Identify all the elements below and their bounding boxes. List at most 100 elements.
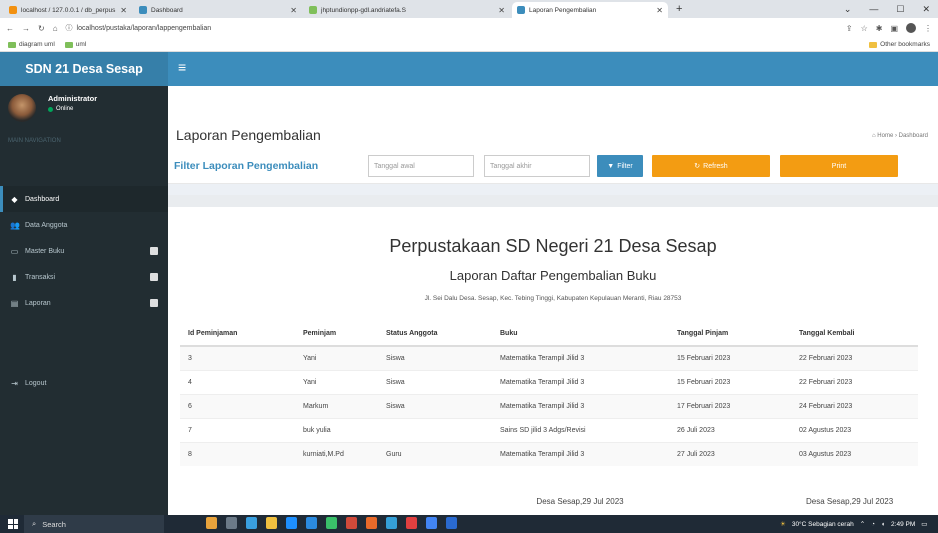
app-icon[interactable] [246, 517, 257, 529]
browser-tab-jhptundionpp[interactable]: jhptundionpp-gdl.andriatefa.S ✕ [304, 2, 510, 18]
home-icon: ⌂ [871, 133, 876, 139]
table-cell: 6 [180, 393, 295, 418]
home-icon[interactable]: ⌂ [53, 24, 58, 33]
notification-icon[interactable]: ▭ [921, 520, 927, 528]
profile-avatar[interactable] [906, 23, 916, 33]
site-icon [517, 6, 525, 14]
start-date-input[interactable]: Tanggal awal [368, 155, 474, 177]
star-icon[interactable]: ☆ [861, 24, 868, 33]
close-icon[interactable]: ✕ [498, 6, 505, 15]
table-cell: 22 Februari 2023 [791, 345, 918, 370]
windows-start-icon[interactable] [8, 519, 18, 529]
print-button[interactable]: Print [780, 155, 898, 177]
table-cell: 27 Juli 2023 [669, 441, 791, 466]
weather-text[interactable]: 30°C Sebagian cerah [792, 521, 854, 528]
table-cell: 3 [180, 345, 295, 370]
app-icon[interactable] [406, 517, 417, 529]
table-cell [378, 417, 492, 442]
sidebar-toggle-icon[interactable]: ≡ [178, 60, 186, 74]
url-text: localhost/pustaka/laporan/lappengembalia… [76, 24, 212, 32]
other-bookmarks[interactable]: Other bookmarks [869, 41, 930, 48]
sidebar-item-label: Laporan [25, 299, 51, 307]
url-field[interactable]: ⓘ localhost/pustaka/laporan/lappengembal… [66, 21, 838, 35]
clock[interactable]: 2:49 PM [891, 521, 915, 528]
browser-tab-laporan[interactable]: Laporan Pengembalian ✕ [512, 2, 668, 18]
table-row: 7 buk yulia Sains SD jilid 3 Adgs/Revisi… [180, 417, 918, 442]
app-icon[interactable] [446, 517, 457, 529]
system-tray: ☀ 30°C Sebagian cerah ⌃ ◔ ◖ 2:49 PM ▭ [780, 515, 927, 533]
app-icon[interactable] [306, 517, 317, 529]
table-cell: Siswa [378, 369, 492, 394]
maximize-icon[interactable]: ☐ [896, 4, 904, 15]
taskbar-search[interactable]: ⌕ Search [24, 515, 164, 533]
close-icon[interactable]: ✕ [290, 6, 297, 15]
app-icon[interactable] [386, 517, 397, 529]
forward-icon[interactable]: → [22, 24, 30, 33]
chevron-down-icon[interactable]: ⌄ [844, 4, 852, 15]
window-controls: ⌄ — ☐ ✕ [844, 0, 938, 18]
sidebar-item-label: Data Anggota [25, 221, 68, 229]
user-status: Online [48, 106, 73, 112]
sidebar-item-transaksi[interactable]: ▮ Transaksi [0, 264, 168, 290]
sidebar-icon[interactable]: ▣ [890, 24, 898, 33]
table-row: 6 Markum Siswa Matematika Terampil Jilid… [180, 393, 918, 418]
app-brand[interactable]: SDN 21 Desa Sesap [0, 52, 168, 86]
share-icon[interactable]: ⇪ [846, 24, 853, 33]
close-icon[interactable]: ✕ [656, 6, 663, 15]
folder-icon [869, 41, 878, 48]
filter-button[interactable]: ▼ Filter [597, 155, 643, 177]
table-cell: Matematika Terampil Jilid 3 [492, 345, 669, 370]
table-row: 8 kurniati,M.Pd Guru Matematika Terampil… [180, 441, 918, 466]
sidebar-item-logout[interactable]: ⇥ Logout [0, 370, 168, 396]
end-date-input[interactable]: Tanggal akhir [484, 155, 590, 177]
browser-tab-dashboard[interactable]: Dashboard ✕ [134, 2, 302, 18]
app-icon[interactable] [326, 517, 337, 529]
close-icon[interactable]: ✕ [120, 6, 127, 15]
task-view-icon[interactable] [226, 517, 237, 529]
new-tab-button[interactable]: + [676, 3, 682, 15]
table-row: 4 Yani Siswa Matematika Terampil Jilid 3… [180, 369, 918, 394]
nav-header: MAIN NAVIGATION [8, 138, 61, 144]
network-icon[interactable]: ◔ [871, 521, 875, 528]
table-cell: 8 [180, 441, 295, 466]
bookmark-uml[interactable]: uml [64, 41, 87, 48]
tab-label: Dashboard [151, 6, 183, 14]
expand-icon [150, 299, 158, 307]
chevron-up-icon[interactable]: ⌃ [860, 520, 865, 528]
sidebar-item-data-anggota[interactable]: 👥 Data Anggota [0, 212, 168, 238]
browser-tab-phpmyadmin[interactable]: localhost / 127.0.0.1 / db_perpus ✕ [4, 2, 132, 18]
table-cell: Siswa [378, 393, 492, 418]
app-icon[interactable] [346, 517, 357, 529]
sidebar-item-label: Master Buku [25, 247, 65, 255]
breadcrumb-home[interactable]: Home [877, 133, 893, 139]
sidebar-item-laporan[interactable]: ▤ Laporan [0, 290, 168, 316]
bookmark-diagram-uml[interactable]: diagram uml [8, 41, 55, 48]
reload-icon[interactable]: ↻ [38, 24, 45, 33]
sidebar-item-master-buku[interactable]: ▭ Master Buku [0, 238, 168, 264]
expand-icon [150, 247, 158, 255]
table-cell: Matematika Terampil Jilid 3 [492, 393, 669, 418]
menu-icon[interactable]: ⋮ [924, 24, 932, 33]
back-icon[interactable]: ← [6, 24, 14, 33]
bookmarks-bar: diagram uml uml Other bookmarks [0, 38, 938, 52]
report-address: Jl. Sei Dalu Desa. Sesap, Kec. Tebing Ti… [424, 295, 682, 302]
table-cell: 4 [180, 369, 295, 394]
sidebar-item-dashboard[interactable]: ◆ Dashboard [0, 186, 168, 212]
report-subtitle: Laporan Daftar Pengembalian Buku [449, 268, 657, 283]
search-icon: ⌕ [32, 519, 37, 528]
status-text: Online [56, 106, 74, 112]
user-name: Administrator [48, 94, 98, 103]
close-window-icon[interactable]: ✕ [922, 4, 930, 15]
app-icon[interactable] [206, 517, 217, 529]
bookmark-label: uml [75, 41, 87, 48]
extensions-icon[interactable]: ✱ [876, 24, 883, 33]
table-cell: 17 Februari 2023 [669, 393, 791, 418]
filter-label: Filter Laporan Pengembalian [174, 160, 319, 172]
app-icon[interactable] [366, 517, 377, 529]
minimize-icon[interactable]: — [869, 4, 878, 14]
volume-icon[interactable]: ◖ [881, 521, 885, 528]
refresh-button[interactable]: ↻ Refresh [652, 155, 770, 177]
chrome-icon[interactable] [426, 517, 437, 529]
file-explorer-icon[interactable] [266, 517, 277, 529]
app-icon[interactable] [286, 517, 297, 529]
